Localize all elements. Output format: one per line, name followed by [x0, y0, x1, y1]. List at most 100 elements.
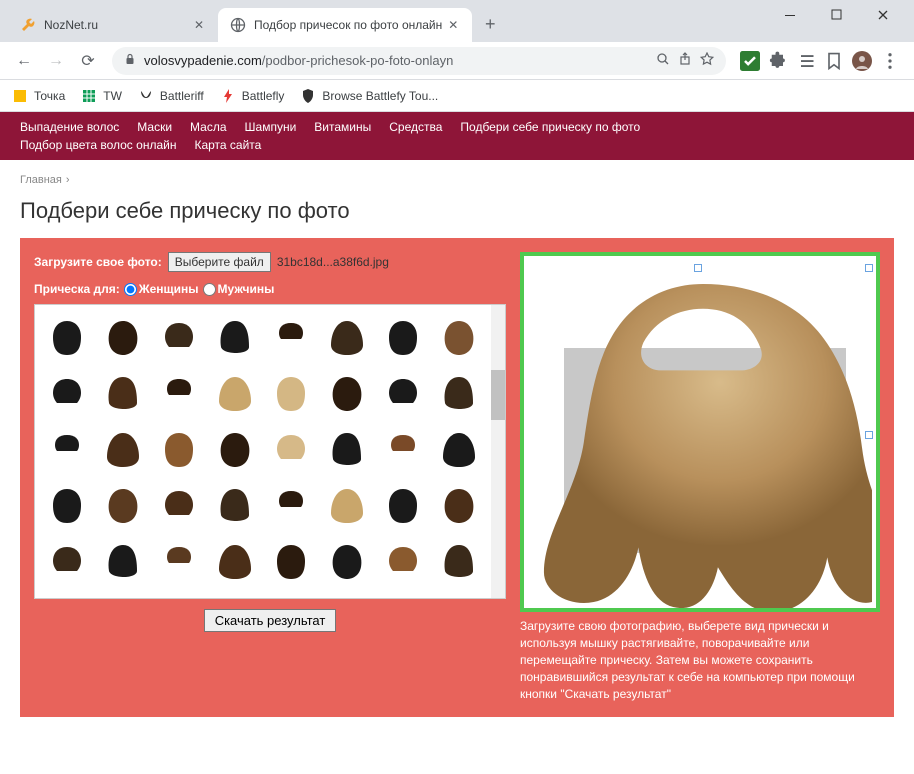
resize-handle-ne[interactable] [865, 264, 873, 272]
hairstyle-option[interactable] [265, 311, 317, 363]
tab-1-title: NozNet.ru [44, 18, 188, 32]
bookmark-item[interactable]: Точка [12, 88, 65, 104]
nav-link[interactable]: Подбери себе прическу по фото [460, 118, 640, 136]
list-icon[interactable] [796, 51, 816, 71]
star-icon[interactable] [700, 52, 714, 69]
close-icon[interactable]: ✕ [446, 18, 460, 32]
hairstyle-option[interactable] [265, 479, 317, 531]
bookmark-item[interactable]: TW [81, 88, 122, 104]
hairstyle-option[interactable] [265, 367, 317, 419]
hairstyle-option[interactable] [433, 535, 485, 587]
hairstyle-option[interactable] [433, 311, 485, 363]
hairstyle-option[interactable] [209, 479, 261, 531]
menu-icon[interactable] [880, 51, 900, 71]
hair-overlay[interactable] [534, 274, 872, 612]
hairstyle-option[interactable] [433, 479, 485, 531]
hairstyle-option[interactable] [41, 367, 93, 419]
avatar[interactable] [852, 51, 872, 71]
bookmark-item[interactable]: Browse Battlefy Tou... [300, 88, 438, 104]
check-extension-icon[interactable] [740, 51, 760, 71]
hairstyle-option[interactable] [97, 479, 149, 531]
hairstyle-option[interactable] [209, 311, 261, 363]
nav-link[interactable]: Шампуни [245, 118, 297, 136]
nav-link[interactable]: Выпадение волос [20, 118, 119, 136]
hairstyle-option[interactable] [433, 591, 485, 599]
hairstyle-option[interactable] [209, 367, 261, 419]
hairstyle-option[interactable] [41, 535, 93, 587]
choose-file-button[interactable]: Выберите файл [168, 252, 271, 272]
share-icon[interactable] [678, 52, 692, 69]
hairstyle-option[interactable] [377, 591, 429, 599]
hairstyle-option[interactable] [97, 535, 149, 587]
hairstyle-option[interactable] [97, 423, 149, 475]
hairstyle-option[interactable] [321, 367, 373, 419]
download-button[interactable]: Скачать результат [204, 609, 337, 632]
minimize-button[interactable] [768, 0, 814, 30]
browser-tab-1[interactable]: NozNet.ru ✕ [8, 8, 218, 42]
hairstyle-option[interactable] [377, 367, 429, 419]
hairstyle-option[interactable] [41, 479, 93, 531]
hairstyle-option[interactable] [377, 535, 429, 587]
controls-column: Загрузите свое фото: Выберите файл 31bc1… [34, 252, 506, 703]
hairstyle-option[interactable] [377, 479, 429, 531]
hairstyle-option[interactable] [377, 423, 429, 475]
hairstyle-option[interactable] [153, 535, 205, 587]
hairstyle-option[interactable] [97, 311, 149, 363]
grid-scrollbar[interactable] [491, 305, 505, 598]
back-button[interactable]: ← [10, 47, 38, 75]
nav-link[interactable]: Витамины [314, 118, 371, 136]
bookmark-item[interactable]: Battlefly [220, 88, 285, 104]
resize-handle-e[interactable] [865, 431, 873, 439]
close-window-button[interactable] [860, 0, 906, 30]
maximize-button[interactable] [814, 0, 860, 30]
puzzle-icon[interactable] [768, 51, 788, 71]
preview-canvas[interactable] [520, 252, 880, 612]
scrollbar-thumb[interactable] [491, 370, 505, 420]
search-icon[interactable] [656, 52, 670, 69]
hairstyle-option[interactable] [433, 367, 485, 419]
hairstyle-option[interactable] [41, 423, 93, 475]
hairstyle-option[interactable] [209, 591, 261, 599]
chevron-right-icon: › [66, 174, 70, 186]
hairstyle-option[interactable] [321, 479, 373, 531]
hairstyle-option[interactable] [321, 311, 373, 363]
hairstyle-option[interactable] [209, 423, 261, 475]
nav-link[interactable]: Средства [389, 118, 442, 136]
breadcrumb-home[interactable]: Главная [20, 174, 62, 186]
hairstyle-option[interactable] [209, 535, 261, 587]
bookmark-icon[interactable] [824, 51, 844, 71]
hairstyle-option[interactable] [97, 367, 149, 419]
hairstyle-option[interactable] [321, 591, 373, 599]
hairstyle-option[interactable] [321, 535, 373, 587]
nav-link[interactable]: Карта сайта [194, 136, 261, 154]
hairstyle-option[interactable] [153, 423, 205, 475]
resize-handle-n[interactable] [694, 264, 702, 272]
hairstyle-option[interactable] [97, 591, 149, 599]
hairstyle-option[interactable] [377, 311, 429, 363]
nav-link[interactable]: Маски [137, 118, 172, 136]
gender-female-radio[interactable] [124, 283, 137, 296]
nav-link[interactable]: Подбор цвета волос онлайн [20, 136, 176, 154]
browser-tab-2[interactable]: Подбор причесок по фото онлайн ✕ [218, 8, 472, 42]
nav-link[interactable]: Масла [190, 118, 226, 136]
hairstyle-option[interactable] [265, 423, 317, 475]
hairstyle-option[interactable] [41, 591, 93, 599]
address-bar[interactable]: volosvypadenie.com/podbor-prichesok-po-f… [112, 47, 726, 75]
hairstyle-option[interactable] [433, 423, 485, 475]
hairstyle-option[interactable] [153, 367, 205, 419]
hairstyle-option[interactable] [265, 591, 317, 599]
hairstyle-option[interactable] [153, 311, 205, 363]
breadcrumb: Главная › [0, 160, 914, 192]
bookmark-item[interactable]: Battleriff [138, 88, 204, 104]
reload-button[interactable]: ⟳ [74, 47, 102, 75]
hairstyle-option[interactable] [265, 535, 317, 587]
gender-male-radio[interactable] [203, 283, 216, 296]
hairstyle-option[interactable] [153, 591, 205, 599]
new-tab-button[interactable]: + [476, 10, 504, 38]
hairstyle-option[interactable] [41, 311, 93, 363]
url-path: /podbor-prichesok-po-foto-onlayn [262, 53, 454, 68]
hairstyle-option[interactable] [153, 479, 205, 531]
forward-button[interactable]: → [42, 47, 70, 75]
hairstyle-option[interactable] [321, 423, 373, 475]
close-icon[interactable]: ✕ [192, 18, 206, 32]
